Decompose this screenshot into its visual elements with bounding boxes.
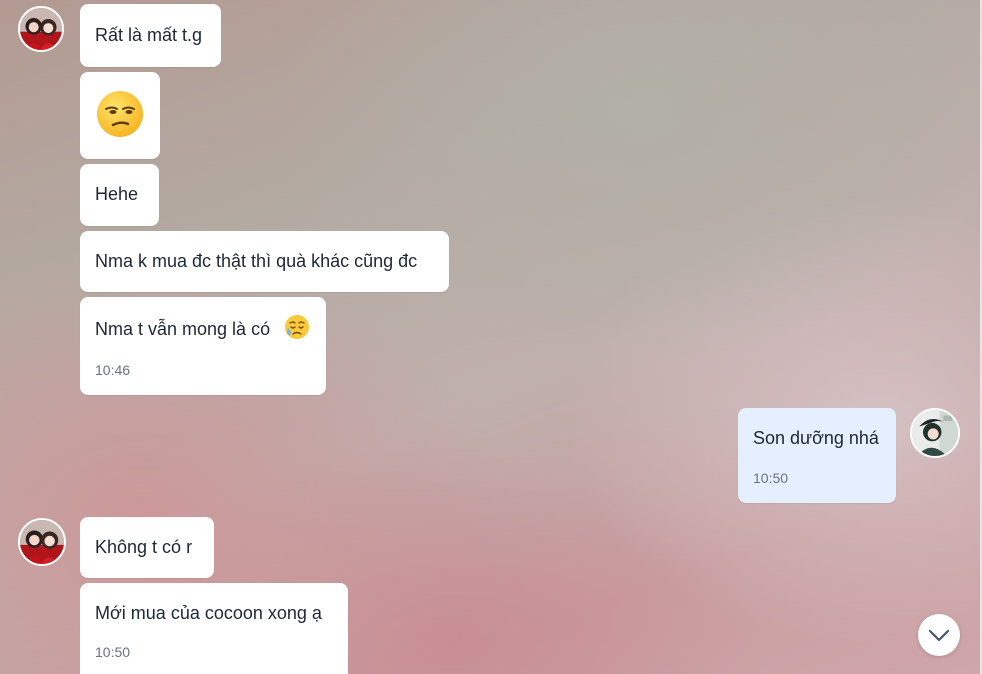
message-time: 10:46 — [95, 362, 131, 378]
outgoing-message-bubble[interactable]: Son dưỡng nhá 10:50 — [738, 408, 896, 503]
chat-area[interactable]: Rất là mất t.g Hehe Nma k mua đc thật th… — [0, 0, 980, 674]
message-text: Mới mua của cocoon xong ạ — [95, 603, 322, 623]
my-avatar[interactable] — [910, 408, 960, 458]
message-bubble[interactable]: Nma k mua đc thật thì quà khác cũng đc — [80, 231, 449, 292]
avatar-image — [912, 410, 958, 456]
sad-relieved-face-emoji — [285, 315, 309, 339]
message-text: Son dưỡng nhá — [753, 428, 879, 448]
message-bubble[interactable]: Hehe — [80, 164, 159, 226]
message-text: Không t có r — [95, 537, 193, 557]
avatar-image — [20, 520, 64, 564]
message-bubble[interactable]: Nma t vẫn mong là có 10:46 — [80, 297, 326, 395]
chevron-down-icon — [928, 629, 950, 642]
emoji-message-bubble[interactable] — [80, 72, 160, 159]
message-bubble[interactable]: Không t có r — [80, 517, 214, 578]
message-bubble[interactable]: Rất là mất t.g — [80, 4, 221, 67]
message-text: Nma k mua đc thật thì quà khác cũng đc — [95, 251, 418, 271]
scroll-down-button[interactable] — [918, 614, 960, 656]
message-bubble[interactable]: Mới mua của cocoon xong ạ 10:50 — [80, 583, 348, 674]
sender-avatar[interactable] — [18, 518, 66, 566]
message-time: 10:50 — [753, 470, 789, 486]
sender-avatar[interactable] — [18, 6, 64, 52]
message-text: Nma t vẫn mong là có — [95, 319, 271, 339]
avatar-image — [20, 8, 62, 50]
unamused-face-emoji — [97, 91, 143, 137]
message-text: Hehe — [95, 184, 139, 204]
message-text: Rất là mất t.g — [95, 25, 203, 45]
message-time: 10:50 — [95, 644, 131, 660]
